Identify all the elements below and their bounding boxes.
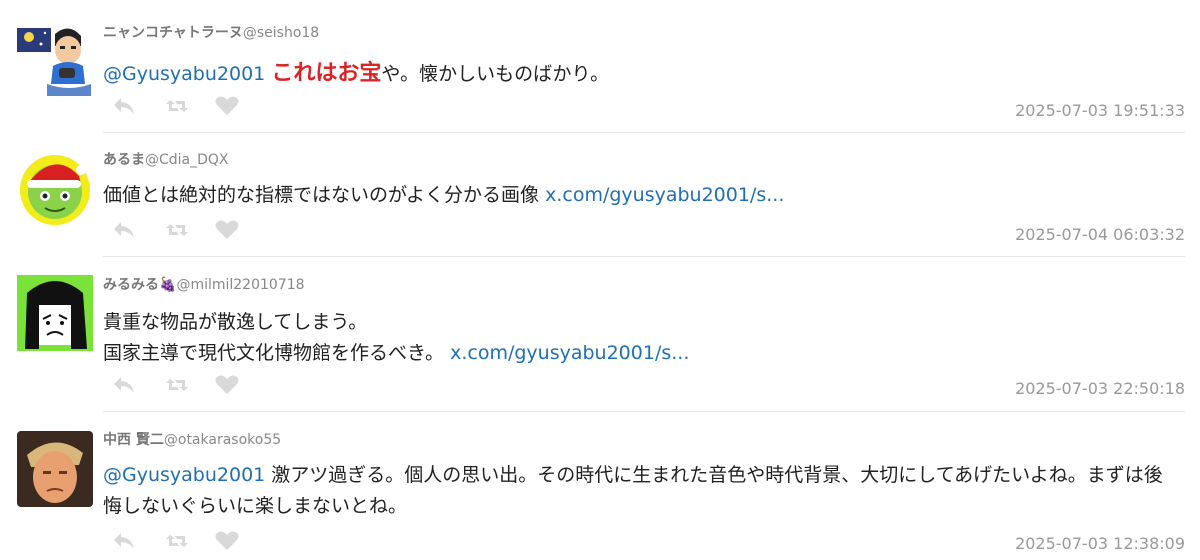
tweet-text: @Gyusyabu2001 これはお宝や。懐かしいものばかり。: [103, 58, 1180, 90]
mention-link[interactable]: @Gyusyabu2001: [103, 464, 265, 486]
avatar[interactable]: [17, 22, 93, 98]
tweet-link[interactable]: x.com/gyusyabu2001/s...: [545, 184, 784, 206]
tweet-text: 価値とは絶対的な指標ではないのがよく分かる画像 x.com/gyusyabu20…: [103, 180, 1180, 211]
user-handle: @seisho18: [242, 25, 320, 41]
timestamp[interactable]: 2025-07-03 19:51:33: [1015, 101, 1185, 120]
tweet-item: ニャンコチャトラーヌ@seisho18 @Gyusyabu2001 これはお宝や…: [0, 0, 1200, 133]
avatar[interactable]: [17, 150, 93, 226]
display-name: 中西 賢二: [103, 432, 164, 448]
author-name[interactable]: みるみる🍇@milmil22010718: [103, 274, 305, 294]
reply-icon[interactable]: [112, 219, 138, 241]
user-handle: @Cdia_DQX: [145, 152, 229, 168]
display-name: あるま: [103, 152, 145, 168]
display-name: ニャンコチャトラーヌ: [103, 25, 243, 41]
heart-icon[interactable]: [214, 95, 240, 117]
author-name[interactable]: あるま@Cdia_DQX: [103, 149, 229, 169]
timestamp[interactable]: 2025-07-03 22:50:18: [1015, 379, 1185, 398]
author-name[interactable]: ニャンコチャトラーヌ@seisho18: [103, 22, 319, 42]
tweet-item: あるま@Cdia_DQX 価値とは絶対的な指標ではないのがよく分かる画像 x.c…: [0, 133, 1200, 257]
user-handle: @otakarasoko55: [163, 432, 282, 448]
reply-icon[interactable]: [112, 530, 138, 552]
avatar[interactable]: [17, 431, 93, 507]
heart-icon[interactable]: [214, 374, 240, 396]
tweet-item: みるみる🍇@milmil22010718 貴重な物品が散逸してしまう。 国家主導…: [0, 257, 1200, 412]
tweet-text: 貴重な物品が散逸してしまう。 国家主導で現代文化博物館を作るべき。 x.com/…: [103, 307, 1180, 369]
tweet-body-line2: 国家主導で現代文化博物館を作るべき。: [103, 342, 451, 364]
retweet-icon[interactable]: [164, 530, 190, 552]
heart-icon[interactable]: [214, 530, 240, 552]
tweet-item: 中西 賢二@otakarasoko55 @Gyusyabu2001 激アツ過ぎる…: [0, 412, 1200, 560]
reply-icon[interactable]: [112, 95, 138, 117]
tweet-link[interactable]: x.com/gyusyabu2001/s...: [450, 342, 689, 364]
user-handle: @milmil22010718: [176, 277, 305, 293]
tweet-body-text: 価値とは絶対的な指標ではないのがよく分かる画像: [103, 184, 546, 206]
avatar[interactable]: [17, 275, 93, 351]
heart-icon[interactable]: [214, 219, 240, 241]
reply-icon[interactable]: [112, 374, 138, 396]
tweet-body-text: や。懐かしいものばかり。: [381, 63, 610, 85]
highlighted-text: これはお宝: [271, 61, 382, 86]
retweet-icon[interactable]: [164, 219, 190, 241]
display-name: みるみる: [103, 277, 159, 293]
retweet-icon[interactable]: [164, 374, 190, 396]
author-name[interactable]: 中西 賢二@otakarasoko55: [103, 429, 281, 449]
tweet-text: @Gyusyabu2001 激アツ過ぎる。個人の思い出。その時代に生まれた音色や…: [103, 460, 1180, 522]
retweet-icon[interactable]: [164, 95, 190, 117]
timestamp[interactable]: 2025-07-03 12:38:09: [1015, 534, 1185, 553]
tweet-body-text: 貴重な物品が散逸してしまう。: [103, 311, 368, 333]
name-emoji: 🍇: [159, 277, 177, 293]
timestamp[interactable]: 2025-07-04 06:03:32: [1015, 225, 1185, 244]
mention-link[interactable]: @Gyusyabu2001: [103, 63, 265, 85]
